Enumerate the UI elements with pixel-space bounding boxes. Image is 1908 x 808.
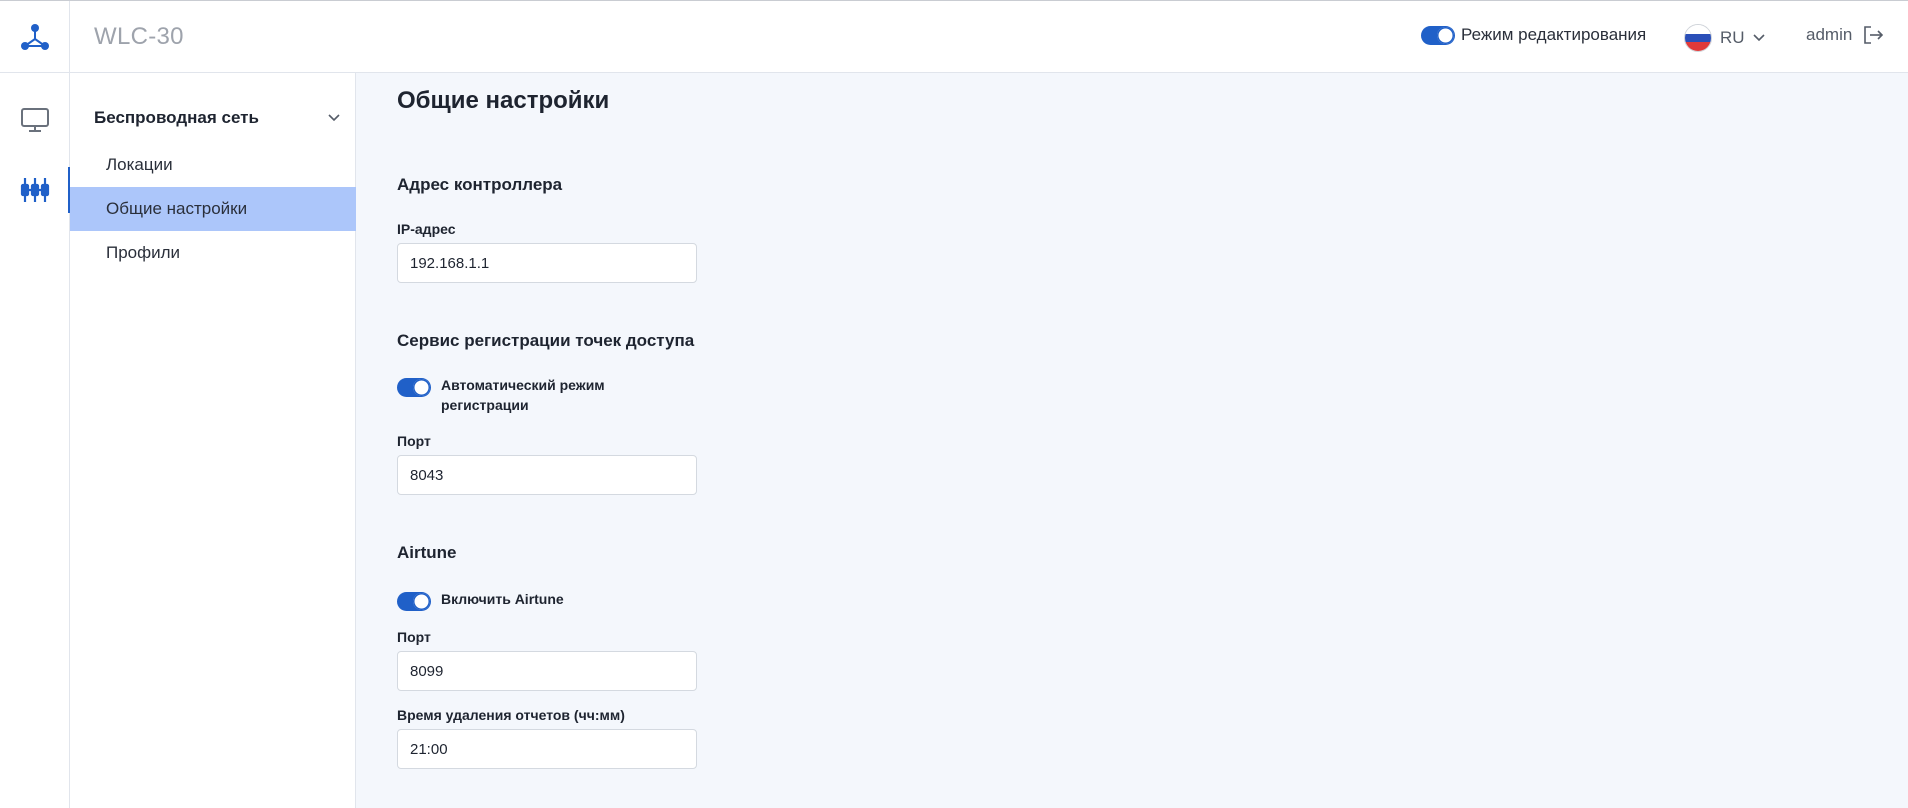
page-title: Общие настройки [397,87,610,114]
edit-mode-control: Режим редактирования [1421,25,1646,45]
chevron-down-icon [1752,34,1765,42]
registration-port-label: Порт [397,433,431,449]
sliders-icon [20,178,50,202]
nav-item-profiles[interactable]: Профили [70,231,356,275]
airtune-enable-toggle[interactable] [397,592,431,611]
language-selector[interactable]: RU [1684,24,1765,52]
airtune-port-label: Порт [397,629,431,645]
auto-registration-label: Автоматический режим регистрации [441,377,605,413]
app-title: WLC-30 [94,23,184,50]
nav-group-label: Беспроводная сеть [94,108,259,127]
registration-port-input[interactable] [397,455,697,495]
airtune-enable-row: Включить Airtune [397,589,564,611]
report-time-label: Время удаления отчетов (чч:мм) [397,707,625,723]
airtune-section-title: Airtune [397,543,457,562]
monitor-icon [21,108,49,132]
controller-section-title: Адрес контроллера [397,175,563,194]
rail-item-monitoring[interactable] [0,97,70,143]
ip-address-label: IP-адрес [397,221,456,237]
edit-mode-toggle[interactable] [1421,25,1455,45]
nav-group-wireless[interactable]: Беспроводная сеть [94,108,340,128]
user-menu: admin [1806,25,1884,45]
russia-flag-icon [1684,24,1712,52]
username: admin [1806,25,1853,44]
edit-mode-label: Режим редактирования [1461,25,1647,44]
icon-rail [0,73,71,808]
language-label: RU [1720,28,1745,47]
nav-item-locations[interactable]: Локации [70,143,356,187]
network-nodes-icon [20,24,49,50]
nav-item-general-settings[interactable]: Общие настройки [70,187,356,231]
logout-icon[interactable] [1862,25,1884,45]
airtune-enable-label: Включить Airtune [441,591,564,607]
ip-address-input[interactable] [397,243,697,283]
main-content: Общие настройки Адрес контроллера IP-адр… [356,73,1908,808]
rail-item-settings[interactable] [0,167,71,213]
chevron-down-icon [328,114,340,122]
auto-registration-toggle[interactable] [397,378,431,397]
auto-registration-row: Автоматический режим регистрации [397,375,621,415]
report-time-input[interactable] [397,729,697,769]
logo[interactable] [0,1,70,73]
airtune-port-input[interactable] [397,651,697,691]
section-nav: Беспроводная сеть Локации Общие настройк… [70,73,356,808]
registration-section-title: Сервис регистрации точек доступа [397,331,695,350]
top-bar: WLC-30 Режим редактирования RU admin [0,0,1908,73]
